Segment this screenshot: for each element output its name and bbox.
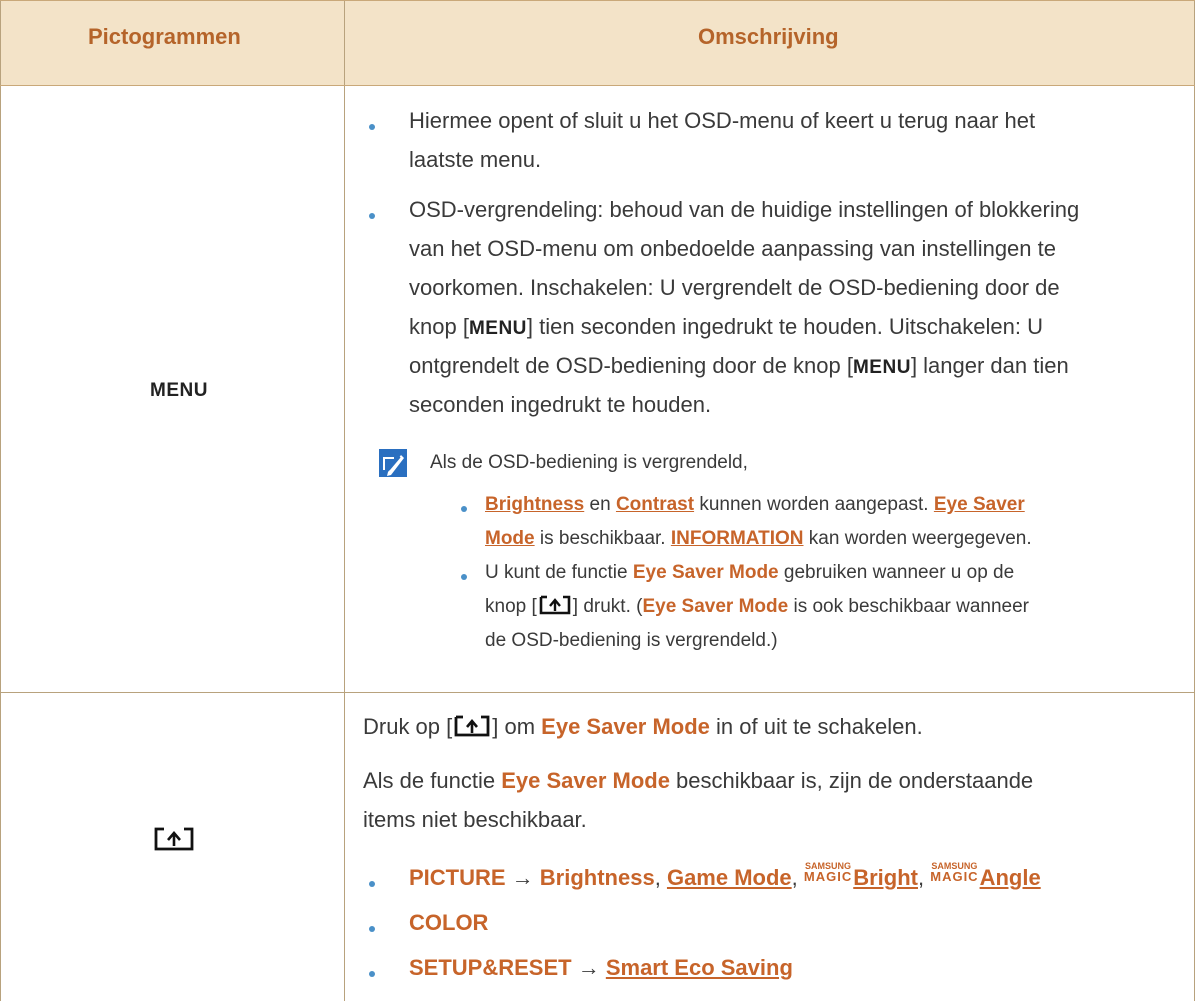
note-bullet2-line1: U kunt de functie Eye Saver Mode gebruik…	[485, 562, 1015, 583]
bullet	[369, 124, 375, 130]
bullet	[369, 213, 375, 219]
row1-bullet1-line2: laatste menu.	[409, 147, 542, 172]
bullet	[369, 971, 375, 977]
eye-saver-key-icon	[539, 595, 571, 615]
note-bullet1-line1: Brightness en Contrast kunnen worden aan…	[485, 494, 1025, 515]
samsung-magic-logo: SAMSUNG MAGIC	[803, 861, 853, 884]
row1-bullet2-line6: seconden ingedrukt te houden.	[409, 392, 712, 417]
row1-bullet2-line4: knop [MENU] tien seconden ingedrukt te h…	[409, 314, 1043, 339]
row2-line2: Als de functie Eye Saver Mode beschikbaa…	[363, 768, 1034, 793]
samsung-magic-logo: SAMSUNG MAGIC	[930, 861, 979, 884]
row2-line1: Druk op [] om Eye Saver Mode in of uit t…	[363, 714, 923, 739]
row2-item-color: COLOR	[409, 910, 489, 935]
note-bullet2-line2: knop [] drukt. (Eye Saver Mode is ook be…	[485, 595, 1030, 617]
header-divider	[0, 85, 1195, 86]
row-divider	[0, 692, 1195, 693]
eye-saver-key-icon	[454, 715, 490, 737]
pencil-note-icon	[379, 449, 407, 477]
header-omschrijving: Omschrijving	[698, 24, 839, 49]
row2-item-picture: PICTURE → Brightness, Game Mode, SAMSUNG…	[409, 861, 1041, 891]
note-intro: Als de OSD-bediening is vergrendeld,	[430, 452, 748, 473]
row2-line3: items niet beschikbaar.	[363, 807, 587, 832]
row1-bullet2-line1: OSD-vergrendeling: behoud van de huidige…	[409, 197, 1080, 222]
note-bullet1-line2: Mode is beschikbaar. INFORMATION kan wor…	[485, 528, 1032, 549]
row1-bullet2-line5: ontgrendelt de OSD-bediening door de kno…	[409, 353, 1069, 378]
row2-item-setup: SETUP&RESET → Smart Eco Saving	[409, 955, 793, 980]
bullet	[461, 574, 467, 580]
bullet	[369, 881, 375, 887]
row1-bullet2-line3: voorkomen. Inschakelen: U vergrendelt de…	[409, 275, 1060, 300]
description-table: Pictogrammen Omschrijving MENU Hiermee o…	[0, 0, 1195, 1001]
bullet	[461, 506, 467, 512]
column-divider	[344, 0, 345, 1001]
menu-key-label: MENU	[150, 380, 208, 401]
row1-bullet2-line2: van het OSD-menu om onbedoelde aanpassin…	[409, 236, 1056, 261]
table-border-top	[0, 0, 1195, 1]
header-pictogrammen: Pictogrammen	[88, 24, 241, 49]
menu-key-label: MENU	[852, 357, 911, 378]
menu-key-label: MENU	[468, 318, 527, 339]
note-bullet2-line3: de OSD-bediening is vergrendeld.)	[485, 630, 778, 651]
table-border-left	[0, 0, 1, 1001]
eye-saver-key-icon	[154, 827, 194, 851]
row1-bullet1-line1: Hiermee opent of sluit u het OSD-menu of…	[409, 108, 1036, 133]
bullet	[369, 926, 375, 932]
